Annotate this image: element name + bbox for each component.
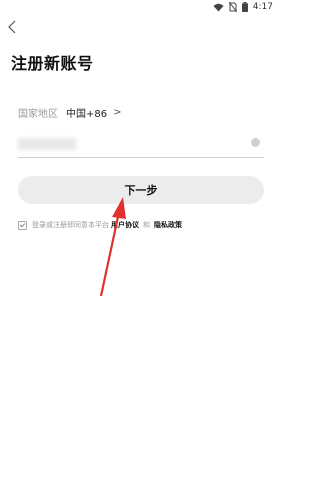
status-icons: 4:17 <box>213 2 273 12</box>
phone-input[interactable] <box>18 133 244 155</box>
page-title: 注册新账号 <box>11 54 94 73</box>
chevron-right-icon: > <box>113 106 122 118</box>
agreement-text: 登录或注册即同意本平台 <box>32 221 109 229</box>
privacy-policy-link[interactable]: 隐私政策 <box>154 220 182 230</box>
next-button[interactable]: 下一步 <box>18 176 264 204</box>
agreement-row: 登录或注册即同意本平台 用户协议 和 隐私政策 <box>18 220 184 230</box>
region-selector[interactable]: 国家地区 中国+86 > <box>18 104 122 120</box>
region-value: 中国+86 <box>66 108 108 120</box>
region-label: 国家地区 <box>18 108 58 120</box>
battery-icon <box>241 2 248 12</box>
user-agreement-link[interactable]: 用户协议 <box>111 220 139 230</box>
status-time: 4:17 <box>252 2 273 12</box>
clear-icon[interactable] <box>251 138 260 147</box>
status-bar: 4:17 <box>0 0 281 14</box>
agreement-checkbox[interactable] <box>18 220 27 230</box>
no-sim-icon <box>228 2 237 12</box>
phone-field[interactable] <box>18 133 264 158</box>
back-arrow-icon[interactable] <box>5 19 19 35</box>
wifi-icon <box>213 3 224 11</box>
agreement-and: 和 <box>143 221 150 229</box>
annotation-arrow <box>99 197 126 297</box>
